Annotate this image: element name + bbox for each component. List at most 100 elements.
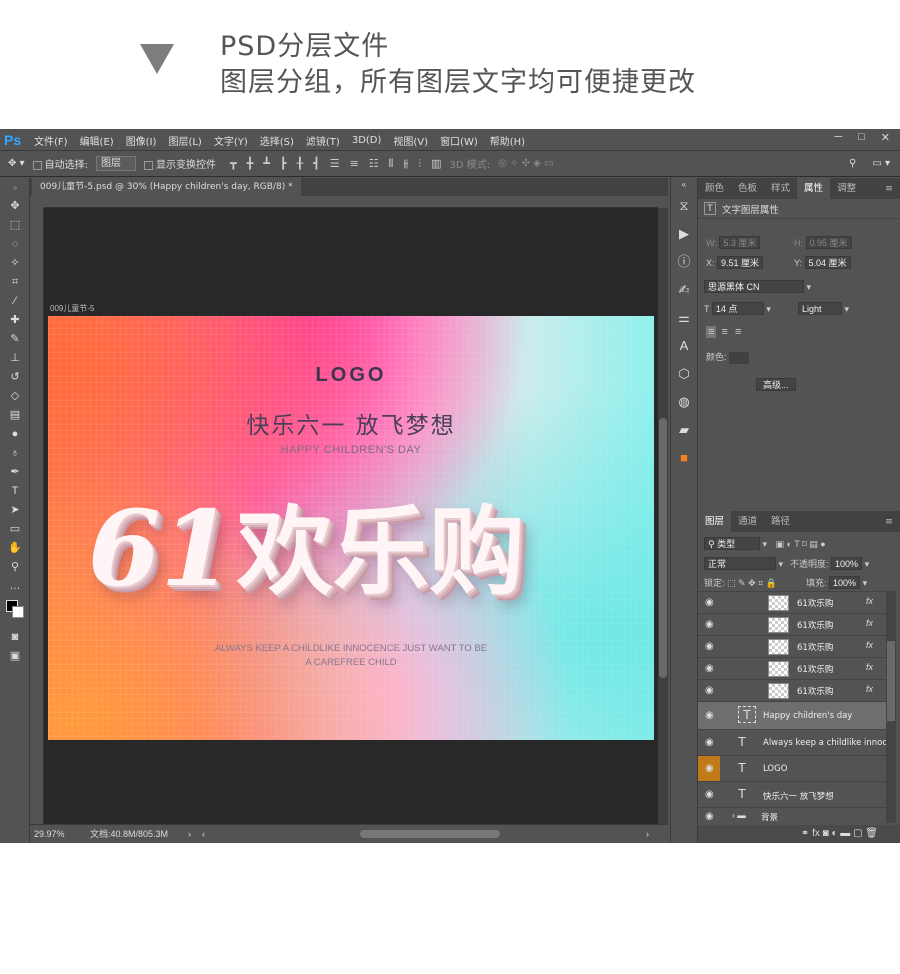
panel-menu-icon[interactable]: ≡ [878, 178, 900, 199]
blur-tool[interactable]: ● [0, 425, 30, 444]
close-button[interactable]: ✕ [881, 131, 890, 144]
auto-align-icon[interactable]: ▥ [431, 157, 441, 171]
scroll-left-icon[interactable]: ‹ [202, 825, 205, 843]
document-tab[interactable]: 009儿童节-5.psd @ 30% (Happy children's day… [32, 178, 301, 196]
advanced-button[interactable]: 高级... [756, 378, 796, 391]
menu-view[interactable]: 视图(V) [393, 133, 428, 148]
fx-icon[interactable]: fx [866, 684, 873, 694]
maximize-button[interactable]: □ [858, 131, 865, 144]
eye-icon[interactable]: ◉ [705, 811, 714, 822]
align-right-text-icon[interactable]: ≡ [733, 326, 743, 338]
layers-scroll-thumb[interactable] [887, 641, 895, 721]
distribute-vcenter-icon[interactable]: ≡ [350, 157, 359, 171]
history-brush-tool[interactable]: ↺ [0, 368, 30, 387]
path-select-tool[interactable]: ➤ [0, 501, 30, 520]
fx-icon[interactable]: fx [866, 640, 873, 650]
menu-3d[interactable]: 3D(D) [352, 135, 382, 146]
healing-tool[interactable]: ✚ [0, 311, 30, 330]
blend-mode-select[interactable]: 正常 ▾ [704, 557, 783, 570]
rectangle-tool[interactable]: ▭ [0, 520, 30, 539]
eye-icon[interactable]: ◉ [705, 737, 714, 748]
layer-row-selected[interactable]: ◉ T Happy children's day [698, 701, 886, 729]
align-right-icon[interactable]: ┫ [313, 157, 320, 171]
distribute-bottom-icon[interactable]: ☷ [369, 157, 379, 171]
menu-filter[interactable]: 滤镜(T) [306, 133, 340, 148]
tab-color[interactable]: 颜色 [698, 178, 731, 199]
align-hcenter-icon[interactable]: ╂ [296, 157, 303, 171]
eye-icon[interactable]: ◉ [705, 789, 714, 800]
new-layer-icon[interactable]: ▢ [853, 828, 862, 839]
eye-icon[interactable]: ◉ [705, 619, 714, 630]
pen-tool[interactable]: ✒ [0, 463, 30, 482]
new-adjustment-icon[interactable]: ◐ [831, 828, 837, 839]
fx-icon[interactable]: fx [866, 662, 873, 672]
character-panel-icon[interactable]: A [671, 332, 697, 360]
layer-row[interactable]: ◉ 61欢乐购 fx [698, 679, 886, 701]
layer-row[interactable]: ◉ T LOGO [698, 755, 886, 781]
tab-swatches[interactable]: 色板 [731, 178, 764, 199]
eraser-tool[interactable]: ◇ [0, 387, 30, 406]
3d-panel-icon[interactable]: ⬡ [671, 360, 697, 388]
layer-filter-kind[interactable]: ⚲ 类型 ▾ ▣ ◐ T ⌑ ▤ ● [704, 537, 826, 550]
menu-type[interactable]: 文字(Y) [214, 133, 248, 148]
screen-mode-icon[interactable]: ▣ [0, 647, 30, 666]
lock-icons[interactable]: ⬚ ✎ ✥ ⌗ 🔒 [727, 578, 777, 588]
move-tool[interactable]: ✥ [0, 197, 30, 216]
distribute-top-icon[interactable]: ☰ [330, 157, 340, 171]
menu-help[interactable]: 帮助(H) [490, 133, 525, 148]
tab-adjustments[interactable]: 调整 [830, 178, 863, 199]
font-size-select[interactable]: T 14 点 ▾ [704, 302, 771, 315]
text-color-swatch[interactable] [729, 351, 750, 364]
layer-row[interactable]: ◉ 61欢乐购 fx [698, 635, 886, 657]
auto-select-checkbox[interactable] [32, 160, 42, 170]
layer-row[interactable]: ◉ 61欢乐购 fx [698, 657, 886, 679]
add-mask-icon[interactable]: ◙ [823, 828, 829, 839]
scroll-right-icon[interactable]: › [646, 825, 649, 843]
crop-tool[interactable]: ⌗ [0, 273, 30, 292]
layer-row[interactable]: ◉ 61欢乐购 fx [698, 613, 886, 635]
align-bottom-icon[interactable]: ┻ [263, 157, 270, 171]
layers-scrollbar[interactable] [886, 591, 896, 823]
add-style-icon[interactable]: fx [812, 828, 820, 839]
canvas-area[interactable]: 009儿童节-5 LOGO 快乐六一 放飞梦想 HAPPY CHILDREN'S… [44, 208, 658, 824]
dodge-tool[interactable]: ♁ [0, 444, 30, 463]
align-top-icon[interactable]: ┳ [230, 157, 237, 171]
magic-wand-tool[interactable]: ✧ [0, 254, 30, 273]
gradient-tool[interactable]: ▤ [0, 406, 30, 425]
eye-icon[interactable]: ◉ [705, 597, 714, 608]
brush-tool[interactable]: ✎ [0, 330, 30, 349]
hand-tool[interactable]: ✋ [0, 539, 30, 558]
folder-icon[interactable]: › ▬ [732, 810, 746, 820]
horizontal-scroll-thumb[interactable] [360, 830, 500, 838]
new-group-icon[interactable]: ▬ [840, 828, 850, 839]
align-center-text-icon[interactable]: ≡ [719, 326, 729, 338]
eyedropper-tool[interactable]: ⁄ [0, 292, 30, 311]
layer-row[interactable]: ◉ T Always keep a childlike innoc... [698, 729, 895, 755]
link-layers-icon[interactable]: ⚭ [801, 828, 809, 839]
layer-filter-icons[interactable]: ▣ ◐ T ⌑ ▤ ● [776, 539, 826, 549]
status-arrow-icon[interactable]: › [188, 825, 191, 843]
history-panel-icon[interactable]: ⧖ [671, 192, 697, 220]
adjust-panel-icon[interactable]: ⚌ [671, 304, 697, 332]
layer-row[interactable]: ◉ 61欢乐购 fx [698, 591, 886, 613]
font-family-select[interactable]: 思源黑体 CN ▾ [704, 280, 811, 293]
minimize-button[interactable]: ─ [834, 131, 842, 144]
vertical-ruler[interactable] [30, 208, 44, 824]
menu-edit[interactable]: 编辑(E) [80, 133, 114, 148]
fx-icon[interactable]: fx [866, 596, 873, 606]
tab-paths[interactable]: 路径 [764, 511, 797, 532]
color-swatches[interactable] [0, 596, 30, 628]
eye-icon[interactable]: ◉ [705, 685, 714, 696]
search-icon[interactable]: ⚲ [849, 158, 856, 169]
doc-info[interactable]: 文档:40.8M/805.3M [90, 825, 168, 843]
tab-properties[interactable]: 属性 [797, 178, 831, 199]
toolbox-collapse-icon[interactable]: » [0, 178, 30, 197]
lasso-tool[interactable]: ◌ [0, 235, 30, 254]
align-vcenter-icon[interactable]: ╋ [247, 157, 254, 171]
marquee-tool[interactable]: ⬚ [0, 216, 30, 235]
actions-play-icon[interactable]: ▶ [671, 220, 697, 248]
align-left-icon[interactable]: ┣ [280, 157, 287, 171]
layer-group-row[interactable]: ◉ › ▬ 背景 [698, 807, 886, 825]
workspace-icon[interactable]: ▭ ▾ [872, 158, 890, 169]
distribute-hcenter-icon[interactable]: ⫵ [403, 157, 408, 171]
